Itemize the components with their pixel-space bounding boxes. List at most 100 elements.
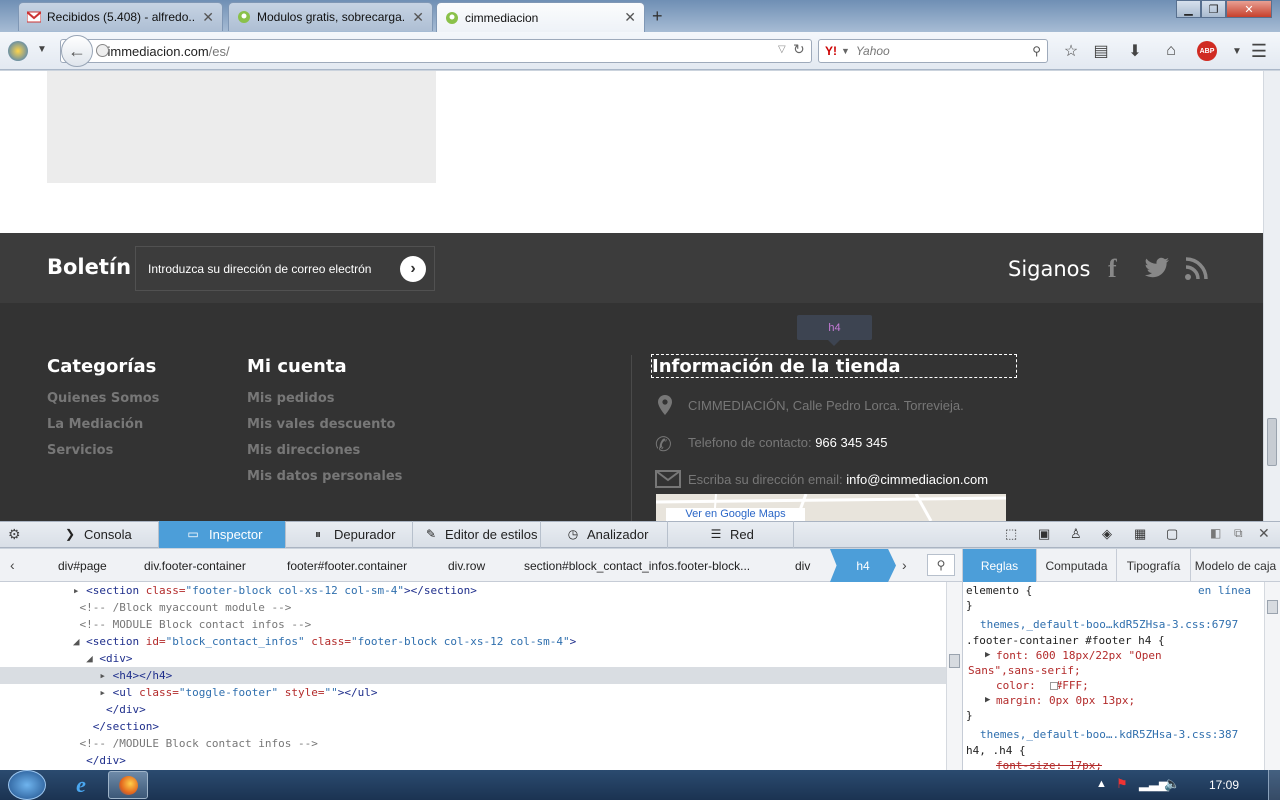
- markup-node[interactable]: ▸ <ul class="toggle-footer" style=""></u…: [0, 684, 946, 701]
- home-icon[interactable]: ⌂: [1160, 40, 1182, 62]
- breadcrumb-item[interactable]: div: [795, 559, 810, 573]
- tab-reglas[interactable]: Reglas: [963, 549, 1037, 582]
- rules-scrollbar[interactable]: [1264, 582, 1280, 770]
- submit-arrow-icon[interactable]: ›: [400, 256, 426, 282]
- breadcrumb-item[interactable]: section#block_contact_infos.footer-block…: [524, 559, 754, 573]
- responsive-icon[interactable]: ♙: [1070, 526, 1082, 542]
- search-bar[interactable]: Y! ▼ Yahoo ⚲: [818, 39, 1048, 63]
- rule-inline-link[interactable]: en línea: [1198, 584, 1251, 597]
- scrollbar-thumb[interactable]: [1267, 418, 1277, 466]
- footer-link[interactable]: La Mediación: [47, 417, 143, 432]
- markup-node[interactable]: ◢ <section id="block_contact_infos" clas…: [0, 633, 946, 650]
- rss-icon[interactable]: [1184, 257, 1208, 281]
- maximize-icon[interactable]: ❐: [1201, 0, 1226, 18]
- markup-node[interactable]: </div>: [0, 701, 946, 718]
- expand-icon[interactable]: ▸: [99, 669, 112, 682]
- markup-scrollbar[interactable]: [946, 582, 962, 770]
- footer-link[interactable]: Servicios: [47, 443, 113, 458]
- clock[interactable]: 17:09: [1209, 778, 1239, 792]
- close-icon[interactable]: ✕: [624, 9, 636, 26]
- tab-depurador[interactable]: ⏸ Depurador: [286, 521, 413, 548]
- split-console-icon[interactable]: ▣: [1038, 526, 1050, 542]
- download-icon[interactable]: ⬇: [1124, 40, 1146, 62]
- breadcrumb-item[interactable]: footer#footer.container: [287, 559, 407, 573]
- twitter-icon[interactable]: [1144, 256, 1170, 280]
- color-swatch[interactable]: [1050, 682, 1058, 690]
- tab-editor-estilos[interactable]: ✎ Editor de estilos: [413, 521, 541, 548]
- chevron-down-icon[interactable]: ▼: [841, 46, 850, 56]
- pick-element-icon[interactable]: ⬚: [1005, 526, 1017, 542]
- tab-tipografia[interactable]: Tipografía: [1117, 549, 1191, 582]
- tab-consola[interactable]: ❯ Consola: [32, 521, 159, 548]
- expand-icon[interactable]: ◢: [86, 652, 99, 665]
- bookmarks-list-icon[interactable]: ▤: [1090, 40, 1112, 62]
- search-icon[interactable]: ⚲: [927, 554, 955, 576]
- chevron-down-icon[interactable]: ▼: [37, 44, 47, 55]
- tab-inspector[interactable]: ▭ Inspector: [159, 521, 286, 548]
- ie-icon[interactable]: e: [66, 772, 96, 798]
- chevron-down-icon[interactable]: ▼: [1226, 40, 1248, 62]
- close-icon[interactable]: ✕: [202, 9, 214, 26]
- scrollbar-thumb[interactable]: [949, 654, 960, 668]
- 3d-view-icon[interactable]: ◈: [1102, 526, 1112, 542]
- back-button[interactable]: ←: [61, 35, 93, 67]
- rule-source[interactable]: themes,_default-boo…kdR5ZHsa-3.css:6797: [980, 618, 1238, 631]
- history-dropdown-icon[interactable]: ▽: [778, 44, 786, 55]
- facebook-icon[interactable]: f: [1108, 254, 1128, 283]
- footer-link[interactable]: Mis direcciones: [247, 443, 360, 458]
- tab-modelo-caja[interactable]: Modelo de caja: [1191, 549, 1280, 582]
- markup-node[interactable]: ▸ <section class="footer-block col-xs-12…: [0, 582, 946, 599]
- search-icon[interactable]: ⚲: [1032, 44, 1041, 58]
- tray-expand-icon[interactable]: ▲: [1096, 778, 1107, 790]
- url-bar[interactable]: cimmediacion.com/es/: [60, 39, 812, 63]
- markup-node[interactable]: <!-- MODULE Block contact infos -->: [0, 616, 946, 633]
- maps-link[interactable]: Ver en Google Maps: [666, 508, 805, 521]
- separate-window-icon[interactable]: ⧉: [1234, 526, 1243, 541]
- expand-icon[interactable]: ▸: [99, 686, 112, 699]
- new-tab-icon[interactable]: +: [652, 6, 663, 27]
- tab-gmail[interactable]: Recibidos (5.408) - alfredo... ✕: [18, 2, 223, 31]
- breadcrumb-item[interactable]: div#page: [58, 559, 107, 573]
- footer-link[interactable]: Quienes Somos: [47, 391, 159, 406]
- adblock-icon[interactable]: ABP: [1197, 41, 1217, 61]
- scrollbar-thumb[interactable]: [1267, 600, 1278, 614]
- chevron-right-icon[interactable]: ›: [902, 557, 907, 573]
- close-devtools-icon[interactable]: ✕: [1258, 525, 1270, 542]
- google-map[interactable]: Ver en Google Maps: [656, 494, 1006, 521]
- markup-node[interactable]: <!-- /MODULE Block contact infos -->: [0, 735, 946, 752]
- paint-flashing-icon[interactable]: ▦: [1134, 526, 1146, 542]
- expand-icon[interactable]: ▶: [985, 695, 990, 705]
- expand-icon[interactable]: ◢: [73, 635, 86, 648]
- start-button[interactable]: [8, 770, 46, 800]
- markup-node[interactable]: <!-- /Block myaccount module -->: [0, 599, 946, 616]
- breadcrumb-item[interactable]: div.footer-container: [144, 559, 246, 573]
- dock-side-icon[interactable]: ◧: [1210, 526, 1221, 540]
- reload-icon[interactable]: ↻: [793, 41, 805, 58]
- chevron-left-icon[interactable]: ‹: [10, 557, 15, 573]
- show-desktop-button[interactable]: [1268, 770, 1280, 800]
- tray-security-icon[interactable]: ⚑: [1116, 776, 1128, 792]
- tab-cimmediacion[interactable]: cimmediacion ✕: [436, 2, 645, 32]
- footer-link[interactable]: Mis pedidos: [247, 391, 335, 406]
- window-close-icon[interactable]: ✕: [1226, 0, 1272, 18]
- footer-link[interactable]: Mis vales descuento: [247, 417, 395, 432]
- taskbar-firefox[interactable]: [108, 771, 148, 799]
- firefox-menu-icon[interactable]: [8, 41, 28, 61]
- gear-icon[interactable]: ⚙: [8, 526, 21, 543]
- markup-node[interactable]: </section>: [0, 718, 946, 735]
- markup-node-selected[interactable]: ▸ <h4></h4>: [0, 667, 946, 684]
- newsletter-input[interactable]: Introduzca su dirección de correo electr…: [135, 246, 435, 291]
- tab-analizador[interactable]: ◷ Analizador: [541, 521, 668, 548]
- markup-node[interactable]: ◢ <div>: [0, 650, 946, 667]
- markup-node[interactable]: </div>: [0, 752, 946, 769]
- breadcrumb-item-selected[interactable]: h4: [830, 549, 896, 582]
- scratchpad-icon[interactable]: ▢: [1166, 526, 1178, 542]
- email-address[interactable]: info@cimmediacion.com: [846, 472, 988, 487]
- menu-icon[interactable]: ☰: [1248, 40, 1270, 62]
- footer-link[interactable]: Mis datos personales: [247, 469, 402, 484]
- markup-view[interactable]: ▸ <section class="footer-block col-xs-12…: [0, 582, 946, 770]
- bookmark-star-icon[interactable]: ☆: [1060, 40, 1082, 62]
- page-scrollbar[interactable]: [1263, 71, 1280, 521]
- tab-computada[interactable]: Computada: [1037, 549, 1117, 582]
- close-icon[interactable]: ✕: [412, 9, 424, 26]
